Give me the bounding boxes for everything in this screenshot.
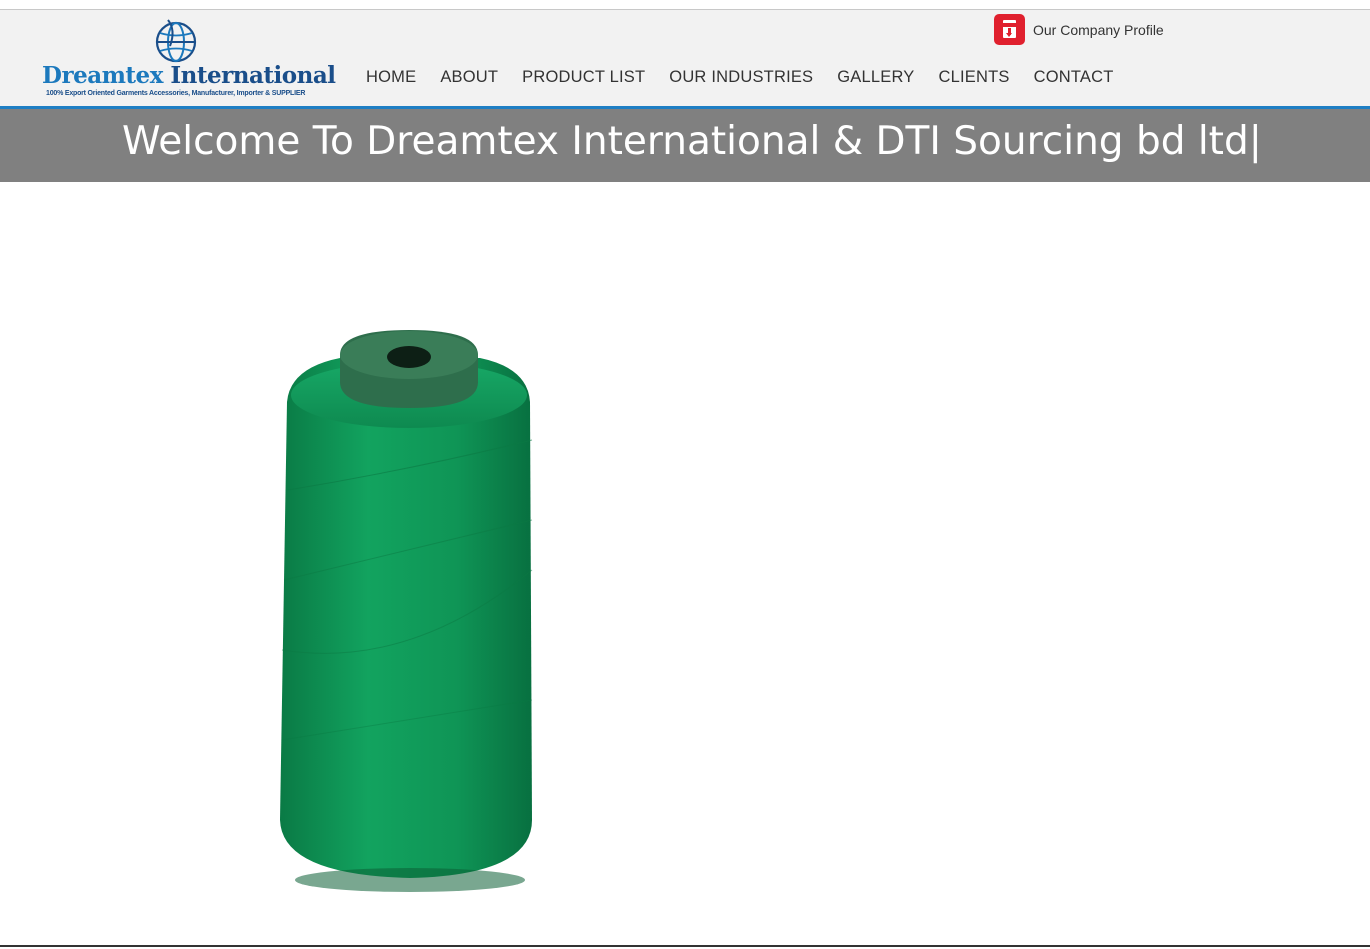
logo-tagline: 100% Export Oriented Garments Accessorie… (46, 90, 306, 97)
company-profile-link[interactable]: Our Company Profile (994, 14, 1164, 45)
nav-item-our-industries[interactable]: OUR INDUSTRIES (669, 68, 813, 87)
site-header: Dreamtex International 100% Export Orien… (0, 10, 1370, 106)
site-logo[interactable]: Dreamtex International 100% Export Orien… (40, 16, 336, 104)
pdf-download-icon (994, 14, 1025, 45)
nav-item-contact[interactable]: CONTACT (1034, 68, 1114, 87)
bottom-rule (0, 945, 1370, 947)
main-nav: HOME ABOUT PRODUCT LIST OUR INDUSTRIES G… (366, 68, 1138, 87)
thread-cone-image (280, 330, 533, 892)
logo-wordmark: Dreamtex International (42, 62, 336, 89)
top-rule (0, 0, 1370, 10)
nav-item-home[interactable]: HOME (366, 68, 416, 87)
nav-item-product-list[interactable]: PRODUCT LIST (522, 68, 645, 87)
nav-item-clients[interactable]: CLIENTS (939, 68, 1010, 87)
nav-item-about[interactable]: ABOUT (440, 68, 498, 87)
nav-item-gallery[interactable]: GALLERY (837, 68, 914, 87)
welcome-text: Welcome To Dreamtex International & DTI … (122, 119, 1262, 164)
company-profile-label: Our Company Profile (1033, 21, 1164, 38)
welcome-banner: Welcome To Dreamtex International & DTI … (0, 109, 1370, 182)
globe-icon (155, 19, 197, 63)
